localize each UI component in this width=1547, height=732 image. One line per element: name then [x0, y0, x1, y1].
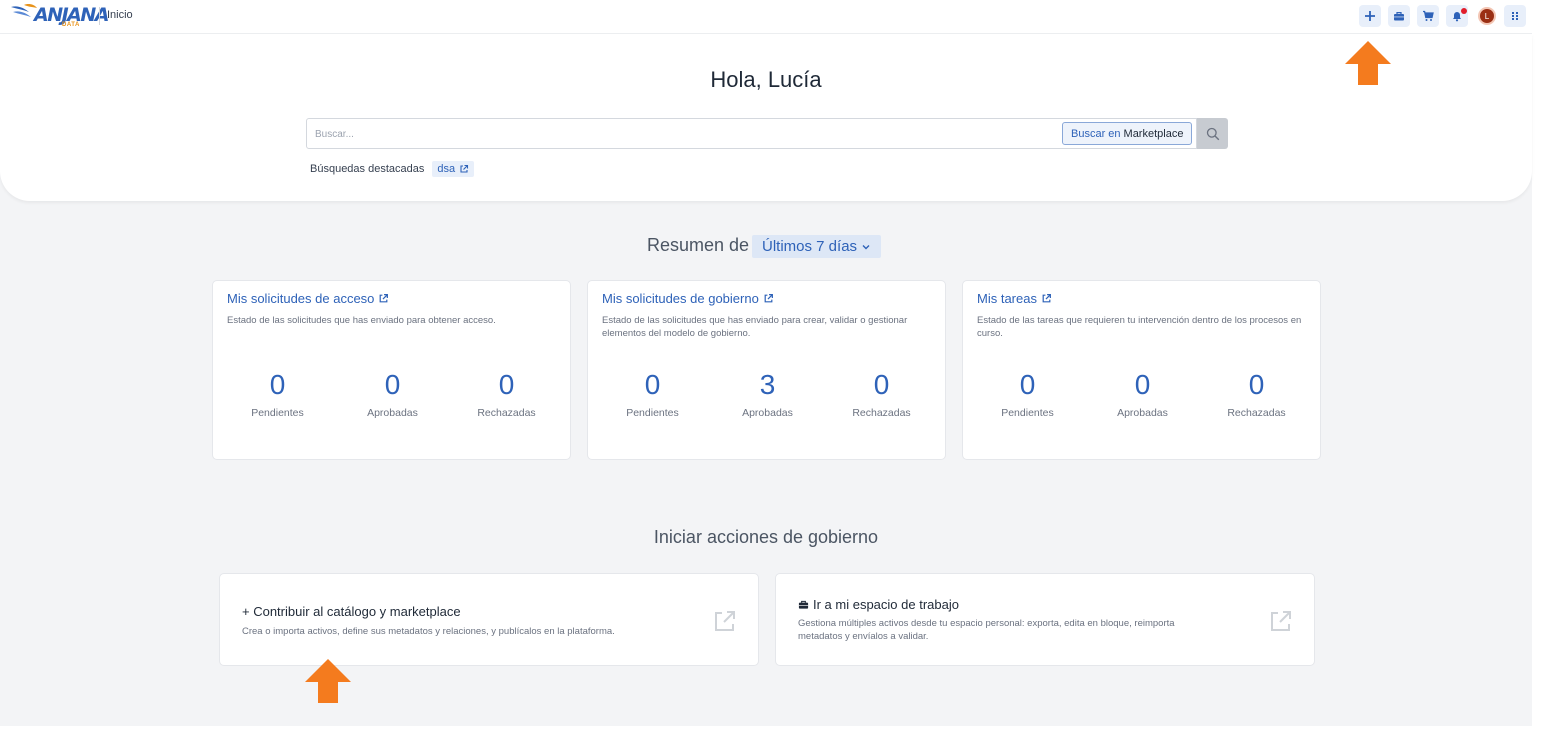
card-title: Mis solicitudes de gobierno [602, 291, 759, 306]
orange-arrow-up-icon [305, 659, 351, 703]
contribute-catalog-card[interactable]: + Contribuir al catálogo y marketplace C… [219, 573, 759, 666]
governance-requests-card: Mis solicitudes de gobierno Estado de la… [587, 280, 946, 460]
stat-value: 3 [759, 369, 776, 400]
stat-approved[interactable]: 0 Aprobadas [335, 369, 450, 419]
external-link-icon [1271, 611, 1291, 631]
featured-search-chip[interactable]: dsa [432, 161, 475, 177]
stat-label: Pendientes [251, 407, 304, 419]
search-box: Buscar en Marketplace [306, 118, 1197, 149]
anjana-logo[interactable]: ANJANA DATA [10, 2, 110, 30]
notification-badge [1461, 8, 1467, 14]
stat-value: 0 [1134, 369, 1151, 400]
search-button[interactable] [1197, 118, 1228, 149]
stat-rejected[interactable]: 0 Rechazadas [449, 369, 564, 419]
action-title-wrap: Ir a mi espacio de trabajo [798, 597, 959, 612]
stat-value: 0 [644, 369, 661, 400]
hero-section: Hola, Lucía Buscar en Marketplace Búsque… [0, 34, 1532, 201]
card-description: Estado de las tareas que requieren tu in… [977, 315, 1302, 339]
featured-searches: Búsquedas destacadas dsa [310, 161, 475, 177]
plus-icon [1365, 11, 1375, 21]
stat-label: Rechazadas [1227, 407, 1286, 419]
tasks-card: Mis tareas Estado de las tareas que requ… [962, 280, 1321, 460]
stat-value: 0 [384, 369, 401, 400]
action-description: Gestiona múltiples activos desde tu espa… [798, 618, 1175, 642]
search-input[interactable] [315, 125, 1055, 143]
governance-actions-title: Iniciar acciones de gobierno [653, 527, 879, 547]
cart-button[interactable] [1417, 5, 1439, 27]
cart-icon [1423, 10, 1434, 21]
stat-label: Rechazadas [852, 407, 911, 419]
stat-value: 0 [1248, 369, 1265, 400]
period-dropdown[interactable]: Últimos 7 días [752, 235, 882, 258]
stat-value: 0 [1019, 369, 1036, 400]
topbar-divider [99, 7, 100, 25]
action-title: + Contribuir al catálogo y marketplace [242, 604, 461, 619]
external-link-icon [380, 294, 389, 303]
stat-rejected[interactable]: 0 Rechazadas [824, 369, 939, 419]
breadcrumb[interactable]: Inicio [107, 9, 133, 21]
stat-approved[interactable]: 3 Aprobadas [710, 369, 825, 419]
external-link-icon [764, 294, 773, 303]
stat-label: Pendientes [626, 407, 679, 419]
access-requests-card: Mis solicitudes de acceso Estado de las … [212, 280, 571, 460]
stat-value: 0 [498, 369, 515, 400]
featured-searches-label: Búsquedas destacadas [310, 163, 425, 175]
action-description: Crea o importa activos, define sus metad… [242, 626, 615, 637]
greeting-title: Hola, Lucía [710, 67, 822, 92]
top-bar: ANJANA DATA Inicio L [0, 0, 1532, 34]
search-scope-prefix: Buscar en [1071, 127, 1121, 140]
period-dropdown-value: Últimos 7 días [762, 238, 858, 255]
card-title: Mis solicitudes de acceso [227, 291, 375, 306]
grid-dots-icon [1512, 12, 1518, 20]
stat-label: Rechazadas [477, 407, 536, 419]
summary-title: Resumen de [647, 235, 750, 255]
stat-label: Aprobadas [1117, 407, 1168, 419]
stat-label: Aprobadas [367, 407, 418, 419]
stat-rejected[interactable]: 0 Rechazadas [1199, 369, 1314, 419]
external-link-icon [1042, 294, 1051, 303]
governance-requests-link[interactable]: Mis solicitudes de gobierno [602, 291, 774, 306]
stat-approved[interactable]: 0 Aprobadas [1085, 369, 1200, 419]
stat-pending[interactable]: 0 Pendientes [595, 369, 710, 419]
workspace-button[interactable] [1388, 5, 1410, 27]
workspace-card[interactable]: Ir a mi espacio de trabajo Gestiona múlt… [775, 573, 1315, 666]
external-link-icon [715, 611, 735, 631]
stat-value: 0 [873, 369, 890, 400]
search-scope-target: Marketplace [1123, 127, 1184, 140]
user-avatar[interactable]: L [1478, 7, 1496, 25]
app-root: ANJANA DATA Inicio L Hola, Lucía Buscar.… [0, 0, 1532, 726]
briefcase-icon [798, 600, 809, 609]
apps-menu-button[interactable] [1504, 5, 1526, 27]
tasks-link[interactable]: Mis tareas [977, 291, 1052, 306]
stat-pending[interactable]: 0 Pendientes [970, 369, 1085, 419]
stat-value: 0 [269, 369, 286, 400]
stat-pending[interactable]: 0 Pendientes [220, 369, 335, 419]
card-title: Mis tareas [977, 291, 1037, 306]
chevron-down-icon [862, 244, 870, 249]
card-description: Estado de las solicitudes que has enviad… [602, 315, 908, 339]
action-title: Ir a mi espacio de trabajo [813, 597, 959, 612]
external-link-icon [460, 164, 469, 173]
featured-search-chip-label: dsa [437, 163, 456, 175]
briefcase-icon [1394, 12, 1404, 21]
search-icon [1206, 127, 1219, 140]
card-description: Estado de las solicitudes que has enviad… [227, 315, 496, 326]
search-scope-button[interactable]: Buscar en Marketplace [1062, 122, 1193, 145]
logo-subtitle: DATA [62, 22, 80, 28]
add-button[interactable] [1359, 5, 1381, 27]
stat-label: Aprobadas [742, 407, 793, 419]
stat-label: Pendientes [1001, 407, 1054, 419]
orange-arrow-up-icon [1345, 41, 1391, 85]
access-requests-link[interactable]: Mis solicitudes de acceso [227, 291, 389, 306]
